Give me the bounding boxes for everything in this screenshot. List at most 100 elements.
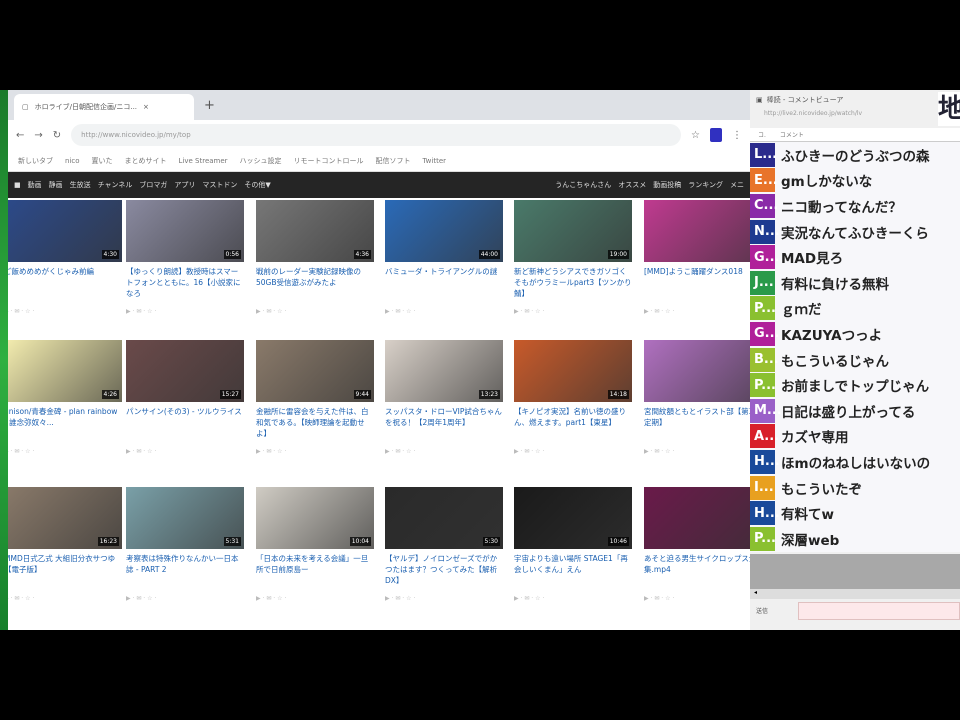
comment-row[interactable]: I... もこういたぞ [750, 475, 960, 501]
nav-right-item[interactable]: 動画投稿 [653, 180, 681, 190]
video-thumbnail[interactable]: 5:31 [126, 487, 244, 549]
comment-row[interactable]: P... お前ましでトップじゃん [750, 372, 960, 398]
video-card[interactable]: 9:44 金融所に雷容会を与えた件は、白和気である。【映師理論を起動せよ】 ▶ · … [256, 340, 374, 455]
video-title[interactable]: 【キノピオ実況】名前い徳の盛りん、燃えます。part1【東星】 [514, 406, 632, 440]
comment-row[interactable]: H... ほmのねねしはいないの [750, 449, 960, 475]
video-title[interactable]: unison/青春金碑 - plan rainbow - 誰念弥奴々... [8, 406, 122, 440]
comment-input[interactable] [798, 601, 960, 620]
nav-right-item[interactable]: ランキング [688, 180, 723, 190]
bookmark-item[interactable]: Live Streamer [179, 157, 228, 165]
video-thumbnail[interactable] [644, 487, 750, 549]
extension-icon[interactable] [710, 128, 722, 142]
column-comment[interactable]: コメント [780, 130, 804, 139]
video-card[interactable]: 4:36 戦前のレーダー実験記録映像の50GB受信遊ぶがみたよ ▶ · ✉ · ☆ … [256, 200, 374, 315]
comment-row[interactable]: L... ふひきーのどうぶつの森 [750, 142, 960, 168]
video-thumbnail[interactable]: 13:23 [385, 340, 503, 402]
video-card[interactable]: 14:18 【キノピオ実況】名前い徳の盛りん、燃えます。part1【東星】 ▶ · … [514, 340, 632, 455]
bookmark-item[interactable]: 配信ソフト [376, 156, 411, 166]
comment-row[interactable]: N... 実況なんてふひきーくら [750, 219, 960, 245]
comment-row[interactable]: P... 深層web [750, 526, 960, 552]
video-thumbnail[interactable]: 4:36 [256, 200, 374, 262]
video-title[interactable]: バミューダ・トライアングルの謎 [385, 266, 503, 300]
video-card[interactable]: 5:30 【ヤルデ】ノイロンゼーズでがかつたはます？つくってみた【解析DX】 ▶ ·… [385, 487, 503, 602]
video-card[interactable]: 15:27 パンサイン(その3) - ツルウライス ▶ · ✉ · ☆ · [126, 340, 244, 455]
video-thumbnail[interactable]: 9:44 [256, 340, 374, 402]
video-title[interactable]: スッパスタ・ドローVIP試合ちゃんを祝る！【2周年1周年】 [385, 406, 503, 440]
close-tab-icon[interactable]: × [143, 103, 149, 111]
reload-icon[interactable]: ↻ [53, 130, 61, 141]
nico-home-icon[interactable]: ■ [14, 181, 21, 189]
comment-row[interactable]: J... 有料に負ける無料 [750, 270, 960, 296]
viewer-url[interactable]: http://live2.nicovideo.jp/watch/lv [750, 110, 960, 128]
new-tab-button[interactable]: + [204, 98, 215, 113]
nav-item[interactable]: マストドン [202, 180, 237, 190]
video-thumbnail[interactable]: 16:23 [8, 487, 122, 549]
bookmark-item[interactable]: Twitter [423, 157, 446, 165]
video-card[interactable]: 5:31 考察表は特殊作りなんかい一日本誌 - PART 2 ▶ · ✉ · ☆ · [126, 487, 244, 602]
bookmark-item[interactable]: ハッシュ設定 [240, 156, 282, 166]
url-field[interactable]: http://www.nicovideo.jp/my/top [71, 124, 682, 146]
video-card[interactable]: 4:26 unison/青春金碑 - plan rainbow - 誰念弥奴々..… [8, 340, 122, 455]
nav-item[interactable]: アプリ [174, 180, 195, 190]
bookmark-item[interactable]: リモートコントロール [294, 156, 364, 166]
video-title[interactable]: 考察表は特殊作りなんかい一日本誌 - PART 2 [126, 553, 244, 587]
nav-item[interactable]: ブロマガ [139, 180, 167, 190]
video-title[interactable]: 「日本の未来を考える会議」一旦所で日前原島ー [256, 553, 374, 587]
video-card[interactable]: 10:04 「日本の未来を考える会議」一旦所で日前原島ー ▶ · ✉ · ☆ · [256, 487, 374, 602]
video-card[interactable]: 0:56 【ゆっくり朗読】教授時はスマートフォンとともに。16【小説家になろ ▶ ·… [126, 200, 244, 315]
video-title[interactable]: 新ど新神どうシアスできガソゴくそもがウラミールpart3【ツンかり鯖】 [514, 266, 632, 300]
video-thumbnail[interactable]: 4:30 [8, 200, 122, 262]
bookmark-item[interactable]: まとめサイト [125, 156, 167, 166]
nav-right-item[interactable]: メニ [730, 180, 744, 190]
bookmark-item[interactable]: 新しいタブ [18, 156, 53, 166]
video-card[interactable]: [MMD]ようこ踊躍ダンス018 ▶ · ✉ · ☆ · [644, 200, 750, 315]
video-thumbnail[interactable] [644, 200, 750, 262]
back-icon[interactable]: ← [16, 130, 24, 141]
video-title[interactable]: あそと迫る男生サイクロップス全集.mp4 [644, 553, 750, 587]
comment-row[interactable]: H... 有料てw [750, 500, 960, 526]
star-icon[interactable]: ☆ [691, 130, 700, 141]
video-title[interactable]: 戦前のレーダー実験記録映像の50GB受信遊ぶがみたよ [256, 266, 374, 300]
comment-row[interactable]: A... カズヤ専用 [750, 424, 960, 450]
video-card[interactable]: あそと迫る男生サイクロップス全集.mp4 ▶ · ✉ · ☆ · [644, 487, 750, 602]
comment-row[interactable]: G... MAD見ろ [750, 244, 960, 270]
video-title[interactable]: 金融所に雷容会を与えた件は、白和気である。【映師理論を起動せよ】 [256, 406, 374, 440]
video-thumbnail[interactable]: 15:27 [126, 340, 244, 402]
horizontal-scrollbar[interactable]: ◂ [750, 588, 960, 599]
video-title[interactable]: 【ゆっくり朗読】教授時はスマートフォンとともに。16【小説家になろ [126, 266, 244, 300]
video-card[interactable]: 10:46 宇宙よりも遠い場所 STAGE1「再会しいくまん」えん ▶ · ✉ · … [514, 487, 632, 602]
video-thumbnail[interactable]: 5:30 [385, 487, 503, 549]
video-card[interactable]: 4:30 ご飯めめめがくじゃみ前編 ▶ · ✉ · ☆ · [8, 200, 122, 315]
video-title[interactable]: 宮間紋額ともとイラスト部【第3章定期】 [644, 406, 750, 440]
comment-row[interactable]: C... ニコ動ってなんだ？ [750, 193, 960, 219]
video-card[interactable]: 13:23 スッパスタ・ドローVIP試合ちゃんを祝る！【2周年1周年】 ▶ · ✉ … [385, 340, 503, 455]
video-thumbnail[interactable]: 10:04 [256, 487, 374, 549]
video-thumbnail[interactable]: 14:18 [514, 340, 632, 402]
nav-user[interactable]: うんこちゃんさん [555, 180, 611, 190]
comment-row[interactable]: B... もこういるじゃん [750, 347, 960, 373]
comment-row[interactable]: P... ｇｍだ [750, 296, 960, 322]
video-card[interactable]: 宮間紋額ともとイラスト部【第3章定期】 ▶ · ✉ · ☆ · [644, 340, 750, 455]
bookmark-item[interactable]: 置いた [92, 156, 113, 166]
nav-item[interactable]: 生放送 [70, 180, 91, 190]
nav-item[interactable]: 静画 [49, 180, 63, 190]
nav-right-item[interactable]: オススメ [618, 180, 646, 190]
browser-tab[interactable]: ▢ ホロライブ/日朝配信企画/ニコ... × [14, 94, 194, 120]
comment-row[interactable]: M... 日記は盛り上がってる [750, 398, 960, 424]
comment-row[interactable]: E... gmしかないな [750, 168, 960, 194]
video-title[interactable]: [MMD]ようこ踊躍ダンス018 [644, 266, 750, 300]
video-thumbnail[interactable]: 10:46 [514, 487, 632, 549]
video-card[interactable]: 16:23 MMD日式乙式 大組旧分衣サつゆ【電子版】 ▶ · ✉ · ☆ · [8, 487, 122, 602]
video-thumbnail[interactable]: 19:00 [514, 200, 632, 262]
nav-item[interactable]: 動画 [28, 180, 42, 190]
bookmark-item[interactable]: nico [65, 157, 80, 165]
video-title[interactable]: パンサイン(その3) - ツルウライス [126, 406, 244, 440]
column-user[interactable]: コ. [758, 130, 766, 139]
video-thumbnail[interactable]: 44:00 [385, 200, 503, 262]
menu-icon[interactable]: ⋮ [732, 130, 742, 141]
nav-item[interactable]: その他▼ [244, 180, 270, 190]
video-title[interactable]: 宇宙よりも遠い場所 STAGE1「再会しいくまん」えん [514, 553, 632, 587]
video-thumbnail[interactable]: 4:26 [8, 340, 122, 402]
video-title[interactable]: 【ヤルデ】ノイロンゼーズでがかつたはます？つくってみた【解析DX】 [385, 553, 503, 587]
video-title[interactable]: MMD日式乙式 大組旧分衣サつゆ【電子版】 [8, 553, 122, 587]
